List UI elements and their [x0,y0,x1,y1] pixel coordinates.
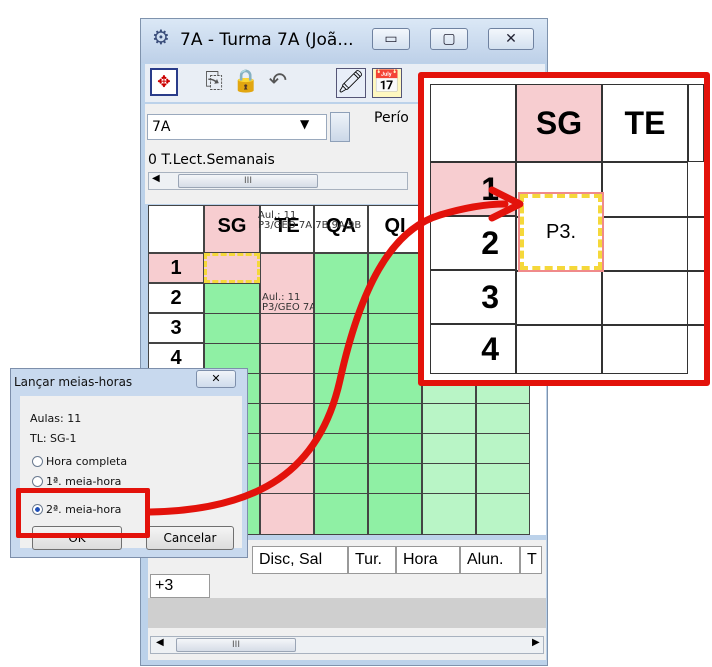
arrow-path [146,200,509,516]
callout-arrow [146,186,524,516]
